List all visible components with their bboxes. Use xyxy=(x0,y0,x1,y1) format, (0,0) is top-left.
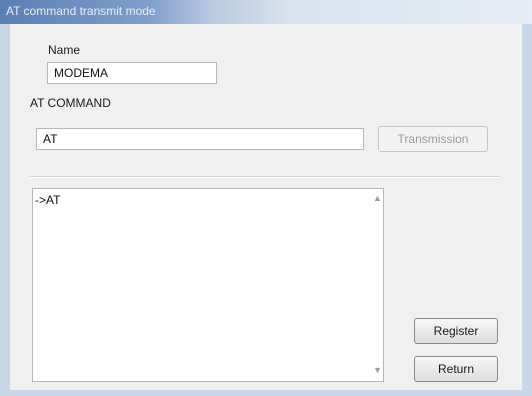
at-command-window: AT command transmit mode Name MODEMA AT … xyxy=(0,0,532,396)
at-command-input[interactable]: AT xyxy=(36,128,364,150)
response-log[interactable]: ->AT ▲ ▼ xyxy=(32,188,384,382)
register-button[interactable]: Register xyxy=(414,318,498,344)
return-button[interactable]: Return xyxy=(414,356,498,382)
section-divider xyxy=(30,176,500,178)
log-line: ->AT xyxy=(35,193,61,207)
at-command-label: AT COMMAND xyxy=(30,96,111,110)
window-title: AT command transmit mode xyxy=(6,4,156,18)
name-field[interactable]: MODEMA xyxy=(47,62,217,84)
transmission-button[interactable]: Transmission xyxy=(378,126,488,152)
title-bar[interactable]: AT command transmit mode xyxy=(0,0,532,24)
scroll-down-icon[interactable]: ▼ xyxy=(373,365,382,375)
scroll-up-icon[interactable]: ▲ xyxy=(373,193,382,203)
name-label: Name xyxy=(48,43,81,57)
